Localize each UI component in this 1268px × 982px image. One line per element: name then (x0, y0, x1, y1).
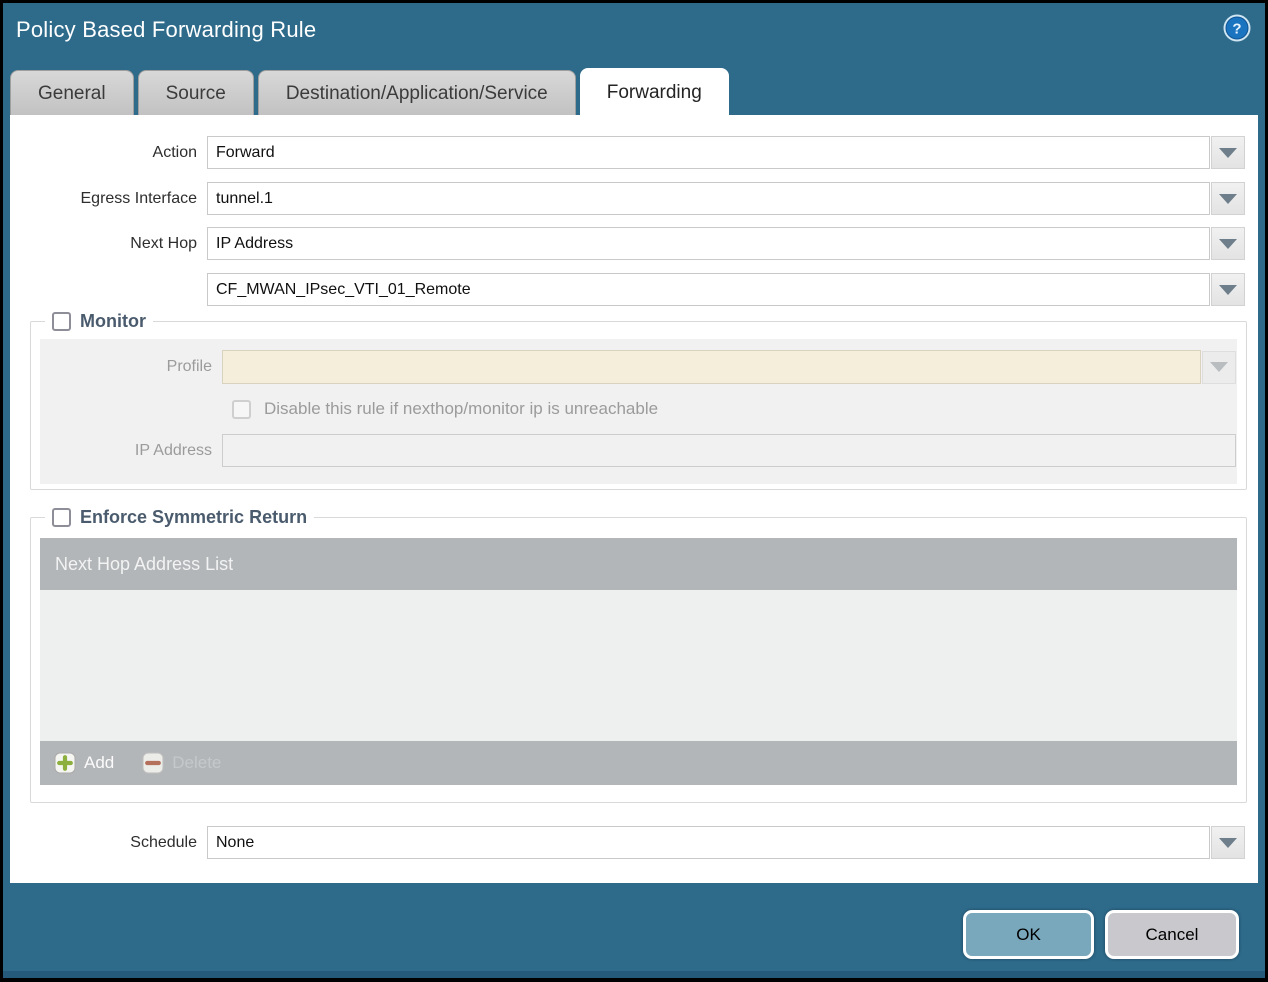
add-button-label: Add (84, 753, 115, 772)
next-hop-dropdown-button[interactable] (1211, 227, 1245, 260)
tab-destination-application-service[interactable]: Destination/Application/Service (257, 70, 576, 117)
delete-button-label: Delete (172, 753, 222, 772)
egress-interface-label: Egress Interface (80, 189, 198, 207)
monitor-ip-address-input (222, 434, 1236, 467)
chevron-down-icon (1219, 238, 1237, 249)
bottom-strip (3, 971, 1265, 978)
action-row: Action (10, 136, 1245, 169)
help-icon[interactable]: ? (1222, 13, 1252, 43)
profile-row: Profile (40, 350, 1237, 384)
forwarding-tab-panel: Action Egress Interface Next Hop (10, 115, 1258, 883)
chevron-down-icon (1210, 362, 1228, 372)
monitor-ip-address-label: IP Address (134, 441, 212, 459)
next-hop-type-input[interactable] (207, 227, 1210, 260)
tab-source[interactable]: Source (137, 70, 254, 117)
schedule-input[interactable] (207, 826, 1210, 859)
action-dropdown-button[interactable] (1211, 136, 1245, 169)
egress-interface-dropdown-button[interactable] (1211, 182, 1245, 215)
enforce-symmetric-return-checkbox[interactable] (52, 508, 71, 527)
monitor-legend: Monitor (45, 311, 153, 332)
plus-icon (54, 752, 76, 774)
next-hop-address-list-header: Next Hop Address List (40, 538, 1237, 590)
egress-interface-row: Egress Interface (10, 182, 1245, 215)
disable-rule-checkbox (232, 399, 251, 419)
tab-bar: General Source Destination/Application/S… (10, 68, 733, 117)
monitor-section: Monitor Profile Disable this rule if nex… (30, 311, 1247, 490)
next-hop-address-list-table: Next Hop Address List Add Delete (40, 538, 1237, 785)
monitor-legend-label: Monitor (80, 311, 146, 331)
add-button[interactable]: Add (54, 752, 114, 774)
next-hop-address-dropdown-button[interactable] (1211, 273, 1245, 306)
policy-based-forwarding-dialog: Policy Based Forwarding Rule ? General S… (3, 3, 1265, 978)
schedule-row: Schedule (10, 826, 1245, 859)
enforce-symmetric-return-legend-label: Enforce Symmetric Return (80, 507, 308, 527)
next-hop-address-list-body[interactable] (40, 590, 1237, 741)
profile-input (222, 350, 1201, 384)
chevron-down-icon (1219, 837, 1237, 848)
minus-icon (142, 752, 164, 774)
tab-general[interactable]: General (10, 70, 134, 117)
profile-label: Profile (166, 358, 212, 375)
monitor-panel: Profile Disable this rule if nexthop/mon… (40, 339, 1237, 484)
next-hop-row: Next Hop (10, 227, 1245, 260)
chevron-down-icon (1219, 193, 1237, 204)
ok-button[interactable]: OK (963, 910, 1094, 959)
chevron-down-icon (1219, 147, 1237, 158)
svg-text:?: ? (1232, 21, 1241, 38)
next-hop-address-list-toolbar: Add Delete (40, 741, 1237, 785)
enforce-symmetric-return-legend: Enforce Symmetric Return (45, 507, 314, 528)
delete-button[interactable]: Delete (142, 752, 221, 774)
egress-interface-input[interactable] (207, 182, 1210, 215)
action-input[interactable] (207, 136, 1210, 169)
enforce-symmetric-return-section: Enforce Symmetric Return Next Hop Addres… (30, 507, 1247, 803)
schedule-dropdown-button[interactable] (1211, 826, 1245, 859)
next-hop-label: Next Hop (130, 234, 197, 252)
chevron-down-icon (1219, 284, 1237, 295)
schedule-label: Schedule (130, 833, 197, 851)
cancel-button[interactable]: Cancel (1105, 910, 1239, 959)
disable-rule-row: Disable this rule if nexthop/monitor ip … (232, 399, 1237, 419)
next-hop-address-input[interactable] (207, 273, 1210, 306)
tab-forwarding[interactable]: Forwarding (579, 68, 729, 117)
next-hop-address-row (10, 273, 1245, 306)
profile-dropdown-button (1202, 350, 1236, 384)
action-label: Action (152, 143, 197, 161)
monitor-ip-address-row: IP Address (40, 434, 1237, 467)
dialog-title: Policy Based Forwarding Rule (16, 17, 317, 42)
monitor-checkbox[interactable] (52, 312, 71, 331)
disable-rule-label: Disable this rule if nexthop/monitor ip … (264, 399, 659, 418)
